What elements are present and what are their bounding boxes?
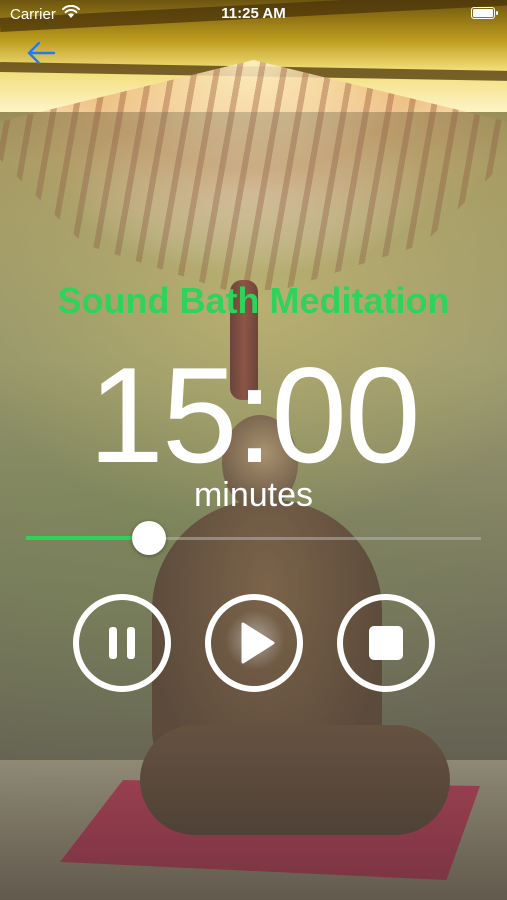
battery-level	[473, 9, 493, 17]
pause-icon	[109, 627, 135, 659]
play-icon	[241, 622, 275, 664]
slider-thumb[interactable]	[132, 521, 166, 555]
battery-icon	[471, 7, 498, 19]
status-bar: Carrier 11:25 AM	[0, 0, 507, 28]
back-button[interactable]	[26, 40, 56, 66]
timer-display: 15:00	[88, 339, 420, 491]
stop-button[interactable]	[337, 594, 435, 692]
status-time: 11:25 AM	[221, 5, 286, 22]
back-arrow-icon	[27, 41, 56, 65]
playback-controls	[0, 594, 507, 692]
timer-unit-label: minutes	[193, 476, 314, 514]
play-button[interactable]	[205, 594, 303, 692]
pause-button[interactable]	[73, 594, 171, 692]
slider-fill	[26, 536, 149, 540]
duration-slider[interactable]	[26, 518, 481, 558]
page-title: Sound Bath Meditation	[57, 280, 450, 321]
stop-icon	[369, 626, 403, 660]
